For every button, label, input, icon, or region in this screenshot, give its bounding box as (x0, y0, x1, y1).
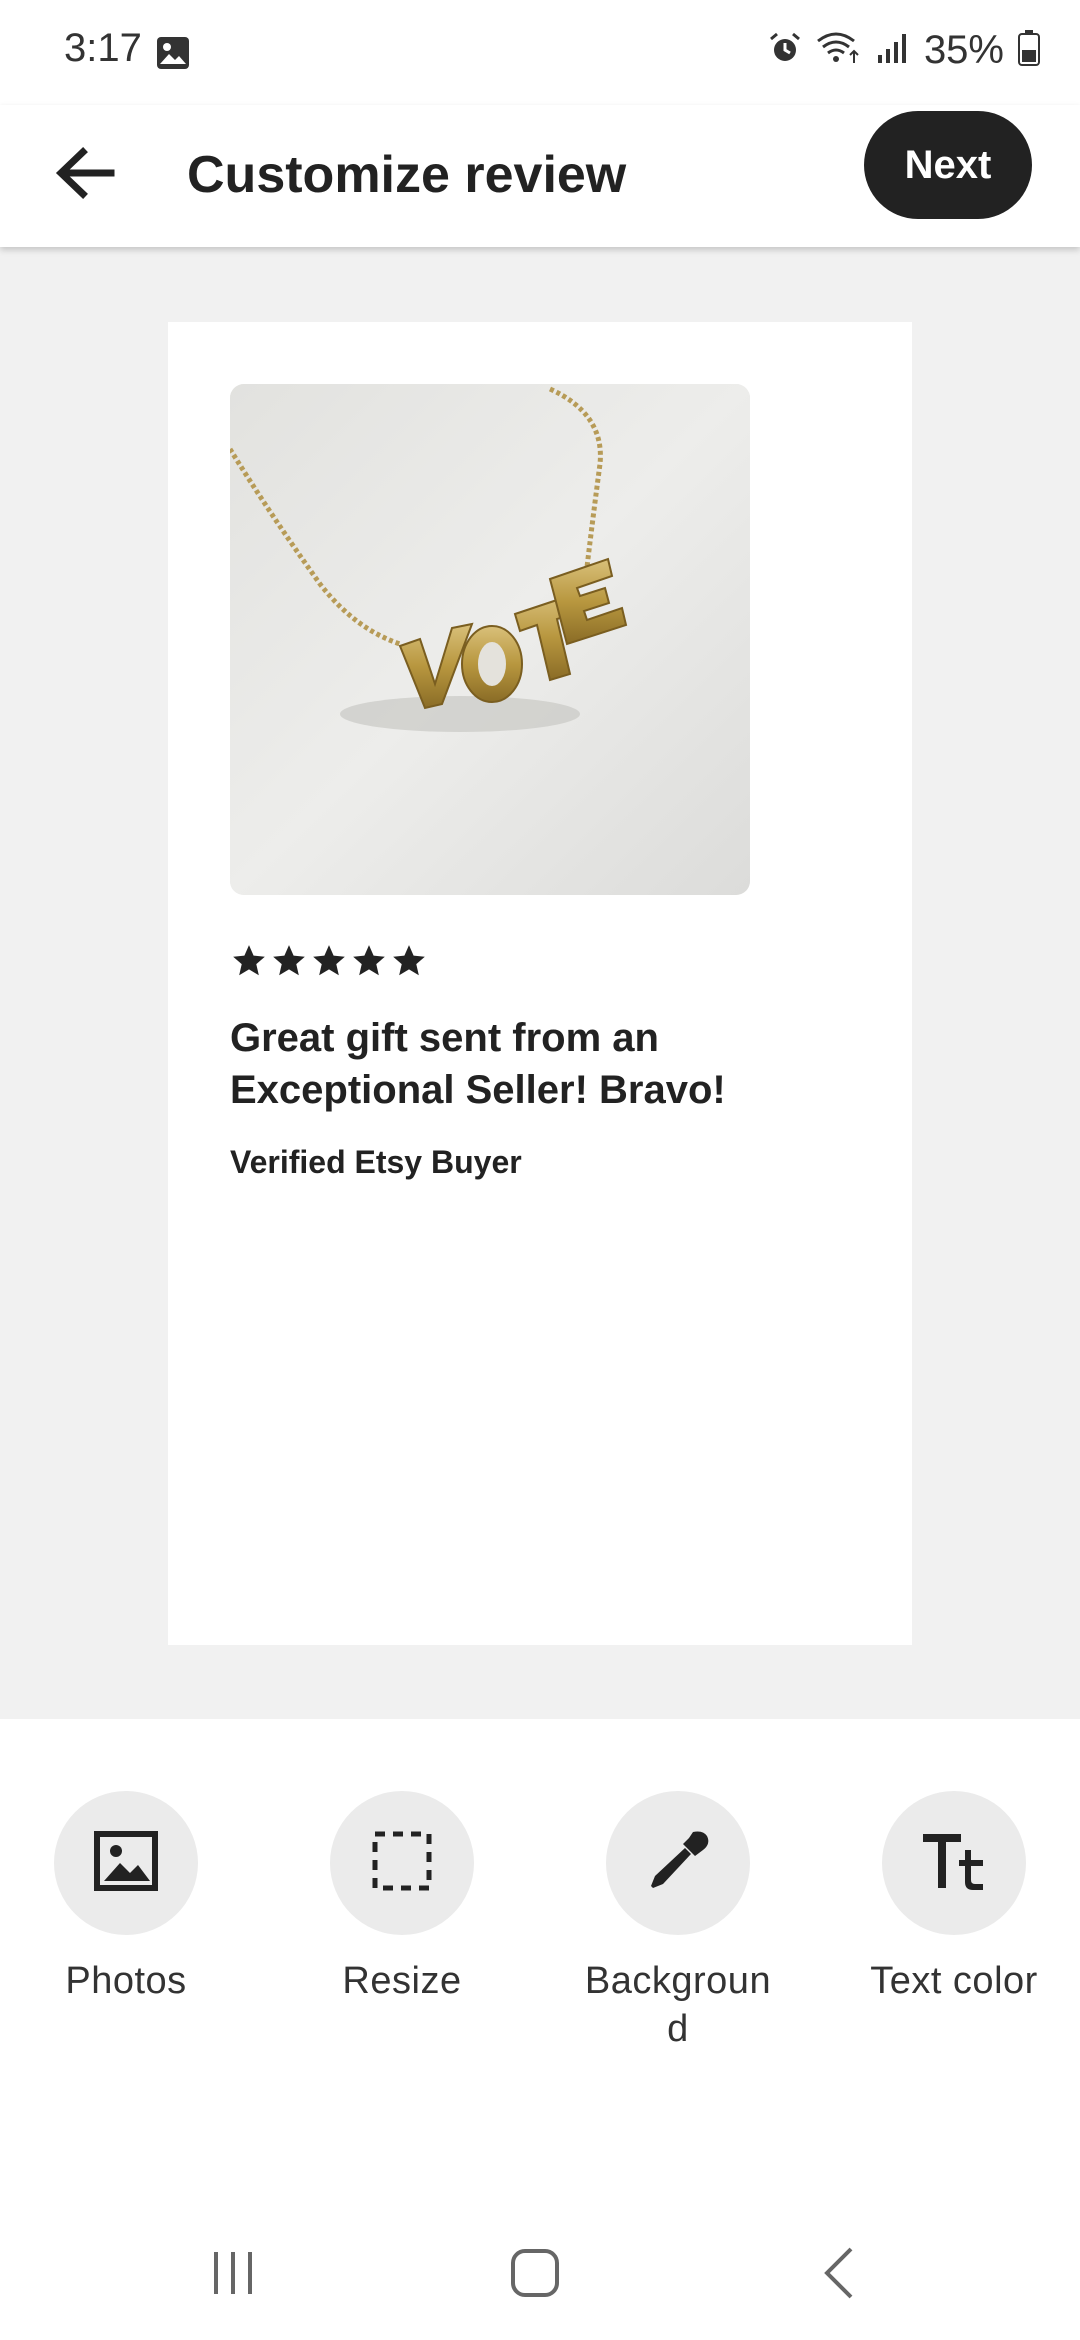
gallery-icon (156, 36, 190, 75)
customize-toolbar: Photos Resize Backgroun d Text color (0, 1719, 1080, 2119)
battery-icon (1018, 30, 1040, 71)
status-time: 3:17 (64, 26, 142, 70)
star-icon (313, 945, 345, 976)
star-icon (273, 945, 305, 976)
system-nav-bar (0, 2200, 1080, 2340)
battery-percentage: 35% (923, 28, 1004, 72)
tool-label: Resize (342, 1960, 462, 2002)
status-icons: 35% (768, 28, 1040, 73)
signal-icon (876, 31, 910, 70)
resize-tool-button[interactable]: Resize (292, 1791, 512, 2005)
review-photo[interactable] (230, 384, 750, 895)
system-back-button[interactable] (779, 2240, 899, 2310)
review-card: Great gift sent from an Exceptional Sell… (168, 322, 912, 1645)
text-color-tool-button[interactable]: Text color (844, 1791, 1064, 2005)
tool-label: Backgroun d (584, 1960, 772, 2050)
tool-circle (606, 1791, 750, 1935)
arrow-left-icon (55, 146, 115, 204)
text-color-icon (919, 1830, 989, 1897)
reviewer-name: Verified Etsy Buyer (230, 1144, 522, 1180)
star-icon (393, 945, 425, 976)
photo-icon (94, 1830, 158, 1896)
tool-circle (54, 1791, 198, 1935)
resize-icon (371, 1830, 433, 1897)
star-icon (353, 945, 385, 976)
chevron-left-icon (821, 2245, 857, 2306)
recent-apps-button[interactable] (173, 2240, 293, 2310)
review-text: Great gift sent from an Exceptional Sell… (230, 1016, 726, 1112)
tool-circle (882, 1791, 1026, 1935)
app-bar: Customize review Next (0, 105, 1080, 247)
back-button[interactable] (40, 130, 130, 220)
tool-label: Text color (870, 1960, 1038, 2002)
tool-circle (330, 1791, 474, 1935)
home-button[interactable] (475, 2240, 595, 2310)
home-icon (509, 2247, 561, 2304)
eyedropper-icon (643, 1826, 713, 1901)
star-icon (233, 945, 265, 976)
wifi-icon (816, 31, 862, 70)
recent-apps-icon (208, 2248, 258, 2303)
photos-tool-button[interactable]: Photos (16, 1791, 236, 2005)
alarm-icon (768, 31, 802, 70)
page-title: Customize review (187, 146, 627, 204)
tool-label: Photos (65, 1960, 187, 2002)
star-rating (230, 942, 428, 980)
background-tool-button[interactable]: Backgroun d (568, 1791, 788, 2053)
status-bar: 3:17 35% (0, 0, 1080, 105)
next-button[interactable]: Next (864, 111, 1032, 219)
preview-area: Great gift sent from an Exceptional Sell… (0, 247, 1080, 1719)
